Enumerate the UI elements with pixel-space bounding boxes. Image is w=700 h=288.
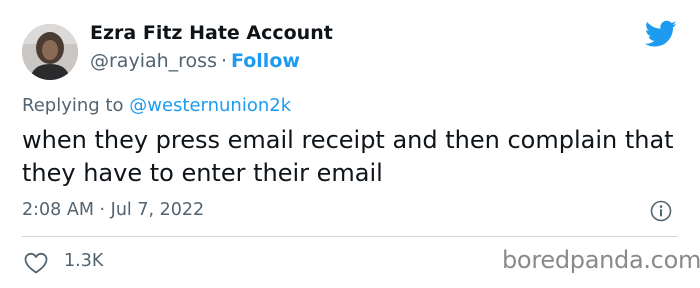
author-handle-line: @rayiah_ross · Follow <box>90 50 300 72</box>
tweet-card: Ezra Fitz Hate Account @rayiah_ross · Foll… <box>0 0 700 288</box>
watermark: boredpanda.com <box>502 246 700 274</box>
tweet-timestamp[interactable]: 2:08 AM · Jul 7, 2022 <box>22 200 204 220</box>
avatar[interactable] <box>22 24 78 80</box>
replying-prefix: Replying to <box>22 95 124 116</box>
reply-mention-link[interactable]: @westernunion2k <box>129 95 291 116</box>
tweet-text: when they press email receipt and then c… <box>22 126 674 187</box>
info-icon[interactable] <box>650 200 672 222</box>
tweet-time: 2:08 AM <box>22 200 94 220</box>
follow-button[interactable]: Follow <box>231 50 300 72</box>
avatar-image <box>22 24 78 80</box>
twitter-bird-icon[interactable] <box>645 20 677 48</box>
divider <box>22 236 678 237</box>
replying-to: Replying to @westernunion2k <box>22 95 291 116</box>
tweet-date: Jul 7, 2022 <box>110 200 205 220</box>
like-count: 1.3K <box>64 251 104 271</box>
heart-icon[interactable] <box>24 252 48 274</box>
author-handle[interactable]: @rayiah_ross <box>90 50 217 72</box>
handle-separator: · <box>220 50 228 72</box>
author-display-name[interactable]: Ezra Fitz Hate Account <box>90 22 333 44</box>
timestamp-separator: · <box>99 200 106 220</box>
